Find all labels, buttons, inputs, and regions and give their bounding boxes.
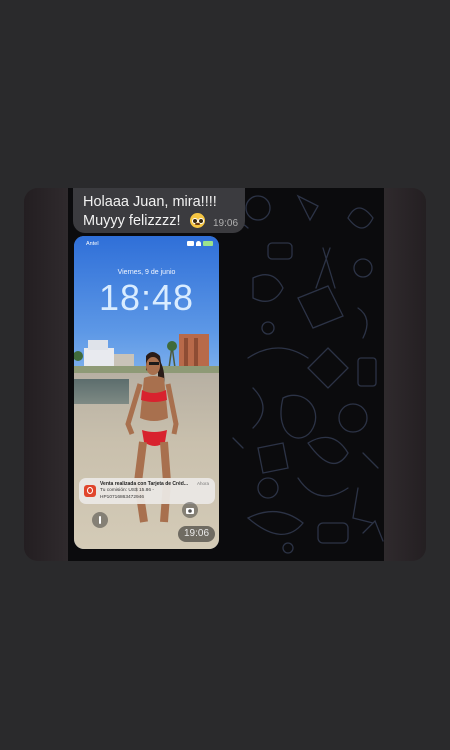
notification-time: Ahora <box>196 481 209 486</box>
wifi-icon <box>196 241 201 246</box>
notification-title: Venta realizada con Tarjeta de Créd... <box>100 481 188 487</box>
signal-icon <box>187 241 194 246</box>
blurred-edge-right <box>384 188 426 561</box>
notification-body-line2: HP10716863472946 <box>100 495 145 500</box>
image-timestamp: 19:06 <box>178 526 216 542</box>
hotmart-flame-icon <box>84 485 96 497</box>
lockscreen-clock: 18:48 <box>98 277 195 318</box>
message-timestamp: 19:06 <box>213 218 239 229</box>
blurred-edge-left <box>24 188 68 561</box>
notification-body-line1: Tu comisión: US$ 15.86 - <box>100 488 154 493</box>
lockscreen-date: Viernes, 9 de junio <box>117 269 176 276</box>
message-text-line2: Muyyy felizzzz! <box>83 213 181 229</box>
message-bubble[interactable]: Holaaa Juan, mira!!!! Muyyy felizzzz! 19… <box>73 188 245 233</box>
chat-panel: Holaaa Juan, mira!!!! Muyyy felizzzz! 19… <box>68 188 384 561</box>
battery-icon <box>203 241 213 246</box>
media-viewer-card: Holaaa Juan, mira!!!! Muyyy felizzzz! 19… <box>24 188 426 561</box>
payment-notification[interactable]: Venta realizada con Tarjeta de Créd... A… <box>79 478 215 504</box>
carrier-label: Antel <box>86 241 99 247</box>
message-text-line1: Holaaa Juan, mira!!!! <box>83 194 217 210</box>
camera-icon <box>182 502 198 518</box>
pleading-face-emoji-icon <box>190 213 205 228</box>
flashlight-icon <box>92 512 108 528</box>
shared-image[interactable]: Antel Viernes, 9 de junio 18:48 Venta re… <box>74 236 219 549</box>
